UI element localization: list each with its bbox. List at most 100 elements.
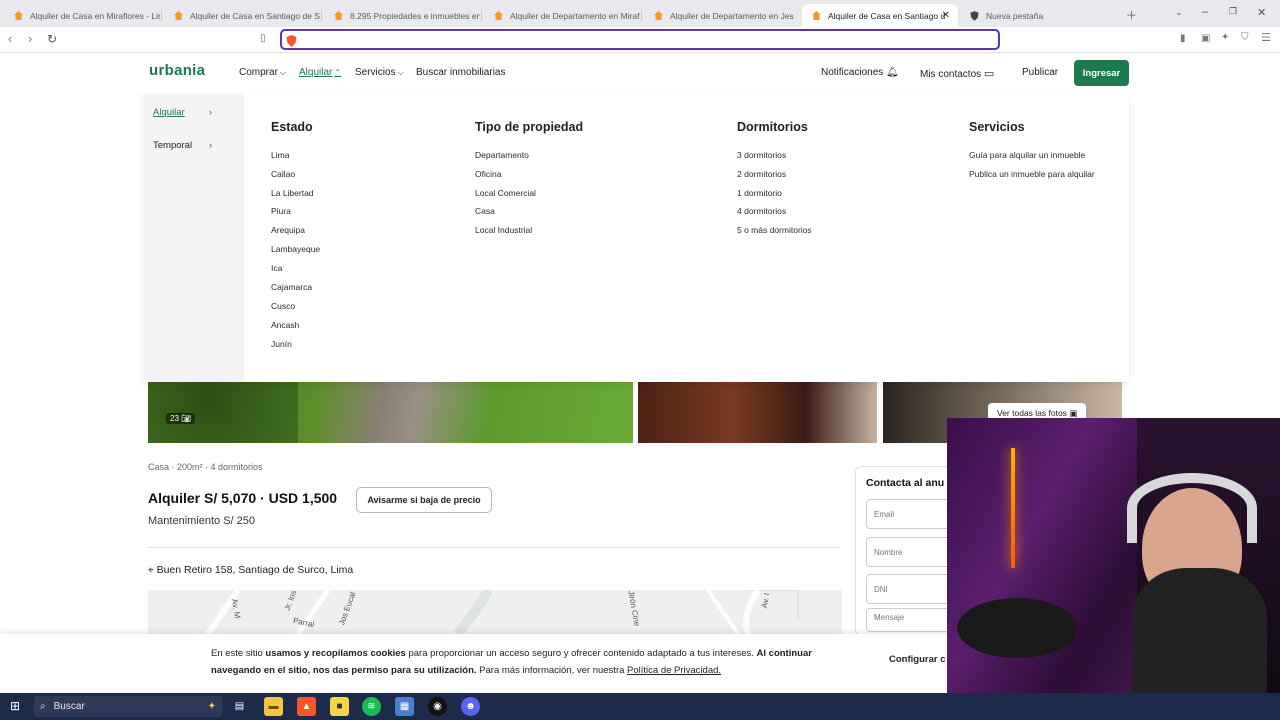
task-view-icon[interactable]: ▤ [230, 697, 249, 716]
email-field[interactable]: Email [866, 499, 956, 529]
menu-link[interactable]: Lambayeque [271, 244, 320, 254]
wallet-icon[interactable]: ▣ [1201, 33, 1210, 44]
gallery-icon: ▣ [1069, 407, 1078, 418]
menu-link[interactable]: Casa [475, 206, 495, 216]
cookie-configure-button[interactable]: Configurar c [889, 654, 945, 665]
app-window-icon[interactable]: ▦ [395, 697, 414, 716]
cookie-message: En este sitio usamos y recopilamos cooki… [211, 648, 812, 676]
browser-tab[interactable]: Alquiler de Casa en Miraflores - Lim [4, 4, 160, 27]
sticky-notes-icon[interactable]: ■ [330, 697, 349, 716]
menu-link[interactable]: Guía para alquilar un inmueble [969, 150, 1085, 160]
tab-title: Alquiler de Casa en Miraflores - Lim [30, 10, 160, 21]
menu-link[interactable]: 4 dormitorios [737, 206, 786, 216]
menu-link[interactable]: 5 o más dormitorios [737, 225, 812, 235]
dni-field[interactable]: DNI [866, 574, 956, 604]
reload-icon[interactable]: ↻ [47, 32, 57, 46]
menu-link[interactable]: Junín [271, 339, 292, 349]
message-field[interactable]: Mensaje [866, 608, 956, 632]
spotify-icon[interactable]: ≋ [362, 697, 381, 716]
browser-tab[interactable]: Alquiler de Departamento en Jesús [644, 4, 794, 27]
menu-column-title: Servicios [969, 120, 1025, 134]
menu-link[interactable]: Callao [271, 169, 295, 179]
menu-link[interactable]: 1 dormitorio [737, 188, 782, 198]
location-map[interactable]: Av. M Jr. los Parral Jos Eucal Jirón Cin… [148, 590, 842, 634]
windows-start-icon[interactable]: ⊞ [10, 699, 20, 713]
menu-link[interactable]: Lima [271, 150, 289, 160]
brave-shield-icon[interactable] [286, 34, 297, 52]
urbania-favicon-icon [334, 11, 343, 20]
listing-photo-main[interactable] [148, 382, 633, 443]
browser-tab[interactable]: Nueva pestaña [960, 4, 1120, 27]
menu-link[interactable]: Ica [271, 263, 282, 273]
nav-comprar[interactable]: Comprar ⌵ [239, 67, 286, 78]
side-item-temporal[interactable]: Temporal [153, 140, 192, 151]
urbania-logo[interactable]: urbania [149, 62, 205, 79]
menu-link[interactable]: Ancash [271, 320, 299, 330]
menu-link[interactable]: Cajamarca [271, 282, 312, 292]
close-tab-icon[interactable]: ✕ [942, 10, 950, 21]
menu-column-title: Dormitorios [737, 120, 808, 134]
vpn-icon[interactable]: ⛉ [1241, 32, 1249, 43]
menu-link[interactable]: 3 dormitorios [737, 150, 786, 160]
chevron-right-icon: › [209, 107, 212, 117]
menu-link[interactable]: La Libertad [271, 188, 314, 198]
obs-icon[interactable]: ◉ [428, 697, 447, 716]
sidebar-icon[interactable]: ▮ [1180, 33, 1186, 44]
url-input[interactable] [280, 29, 1000, 50]
tab-search-icon[interactable]: ⌄ [1175, 7, 1183, 18]
menu-link[interactable]: Cusco [271, 301, 295, 311]
discord-icon[interactable]: ☻ [461, 697, 480, 716]
chevron-up-icon: ⌃ [334, 68, 342, 77]
restore-icon[interactable]: ❐ [1229, 6, 1237, 17]
price-alert-button[interactable]: Avisarme si baja de precio [356, 487, 492, 513]
file-explorer-icon[interactable]: ▬ [264, 697, 283, 716]
notifications-link[interactable]: Notificaciones 🔔︎ [821, 67, 899, 78]
menu-link[interactable]: Arequipa [271, 225, 305, 235]
listing-photo-2[interactable] [638, 382, 877, 443]
menu-link[interactable]: Oficina [475, 169, 501, 179]
login-button[interactable]: Ingresar [1074, 60, 1129, 86]
browser-tab[interactable]: Alquiler de Casa en Santiago d ✕ [802, 4, 958, 27]
back-icon[interactable]: ‹ [8, 31, 12, 46]
bookmark-icon[interactable]: ▯ [260, 33, 266, 44]
tab-title: Alquiler de Casa en Santiago de Sur [190, 10, 320, 21]
contact-title: Contacta al anu [866, 477, 945, 489]
leo-ai-icon[interactable]: ✦ [1221, 32, 1229, 43]
menu-link[interactable]: 2 dormitorios [737, 169, 786, 179]
side-item-alquilar[interactable]: Alquilar [153, 107, 185, 118]
menu-link[interactable]: Piura [271, 206, 291, 216]
menu-link[interactable]: Publica un inmueble para alquilar [969, 169, 1095, 179]
urbania-favicon-icon [494, 11, 503, 20]
nav-alquilar[interactable]: Alquilar ⌃ [299, 67, 341, 78]
menu-column-title: Tipo de propiedad [475, 120, 584, 134]
listing-price: Alquiler S/ 5,070 · USD 1,500 [148, 490, 338, 506]
tab-title: Alquiler de Departamento en Miraf [510, 10, 640, 21]
menu-link[interactable]: Local Comercial [475, 188, 536, 198]
browser-tab[interactable]: Alquiler de Departamento en Miraf [484, 4, 640, 27]
forward-icon[interactable]: › [28, 31, 32, 46]
tab-separator [321, 9, 322, 21]
browser-tab[interactable]: 8.295 Propiedades e inmuebles en a [324, 4, 480, 27]
menu-icon[interactable]: ☰ [1261, 31, 1271, 44]
brave-shield-icon [970, 11, 979, 21]
my-contacts-link[interactable]: Mis contactos ▭ [920, 67, 994, 80]
privacy-policy-link[interactable]: Política de Privacidad. [627, 665, 721, 676]
new-tab-icon[interactable]: ＋ [1126, 7, 1137, 23]
search-icon: ⌕ [40, 701, 46, 712]
publish-link[interactable]: Publicar [1022, 67, 1058, 78]
nav-servicios[interactable]: Servicios ⌵ [355, 67, 404, 78]
minimize-icon[interactable]: – [1202, 6, 1208, 18]
chat-icon: ▭ [983, 68, 995, 80]
browser-tab[interactable]: Alquiler de Casa en Santiago de Sur [164, 4, 320, 27]
photo-count-badge: 23 📷︎ [166, 413, 196, 424]
close-window-icon[interactable]: ✕ [1257, 6, 1266, 19]
mega-menu-sidebar [143, 94, 244, 382]
menu-link[interactable]: Departamento [475, 150, 529, 160]
tab-separator [161, 9, 162, 21]
menu-link[interactable]: Local Industrial [475, 225, 532, 235]
taskbar-search[interactable]: ⌕ Buscar ✦ [34, 696, 222, 717]
brave-browser-icon[interactable]: ▲ [297, 697, 316, 716]
name-field[interactable]: Nombre [866, 537, 956, 567]
urbania-favicon-icon [812, 11, 821, 20]
nav-buscar-inmobiliarias[interactable]: Buscar inmobiliarias [416, 67, 505, 78]
